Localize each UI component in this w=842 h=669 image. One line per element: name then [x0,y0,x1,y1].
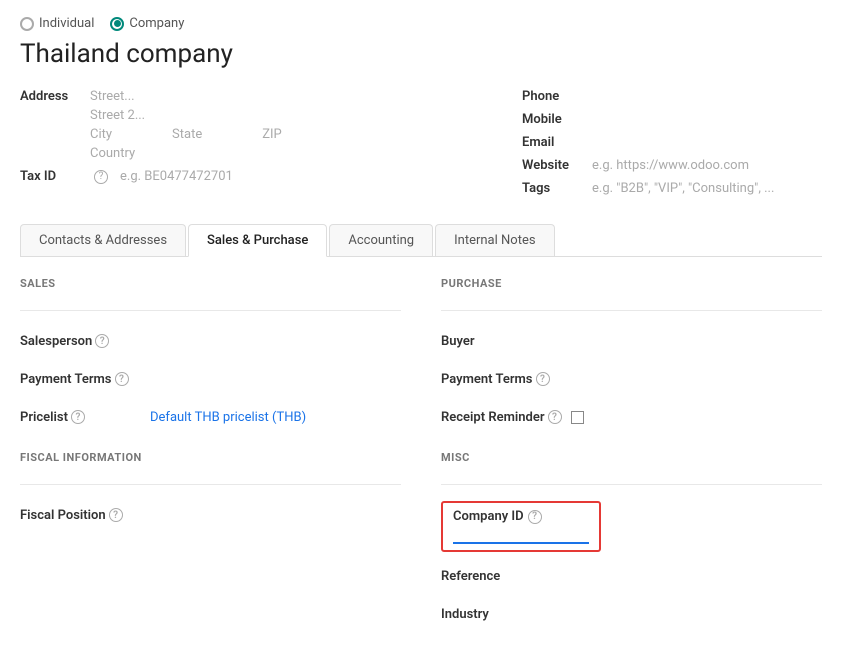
tab-sales-purchase[interactable]: Sales & Purchase [188,224,327,257]
mobile-field: Mobile [522,112,822,127]
tags-label: Tags [522,181,592,196]
tax-id-row: Tax ID ? e.g. BE0477472701 [20,169,482,184]
tab-two-col: SALES Salesperson ? Payment Terms ? [20,277,822,638]
address-lines: Street... Street 2... City State ZIP Cou… [90,89,282,161]
misc-header: MISC [441,451,822,468]
tab-internal-notes[interactable]: Internal Notes [435,224,554,256]
receipt-reminder-label: Receipt Reminder ? [441,410,571,425]
salesperson-label: Salesperson ? [20,334,150,349]
phone-label: Phone [522,89,592,104]
company-id-highlighted-box: Company ID ? [441,501,601,552]
company-id-field: Company ID ? [441,501,822,552]
main-form: Address Street... Street 2... City State… [20,89,822,204]
fiscal-divider [20,484,401,485]
page-title: Thailand company [20,39,822,69]
individual-radio[interactable]: Individual [20,16,94,31]
address-zip[interactable]: ZIP [262,127,282,142]
buyer-label: Buyer [441,334,571,349]
purchase-payment-terms-field: Payment Terms ? [441,365,822,393]
purchase-payment-help-icon[interactable]: ? [536,372,550,386]
fiscal-header: FISCAL INFORMATION [20,451,401,468]
misc-section: MISC Company ID ? [441,451,822,628]
purchase-payment-terms-label: Payment Terms ? [441,372,571,387]
pricelist-label: Pricelist ? [20,410,150,425]
individual-label: Individual [39,16,94,31]
website-value[interactable]: e.g. https://www.odoo.com [592,158,749,173]
radio-group: Individual Company [20,16,822,31]
industry-field: Industry [441,600,822,628]
purchase-divider [441,310,822,311]
pricelist-value[interactable]: Default THB pricelist (THB) [150,410,306,425]
pricelist-field: Pricelist ? Default THB pricelist (THB) [20,403,401,431]
fiscal-position-label: Fiscal Position ? [20,508,150,523]
tax-id-help-icon[interactable]: ? [94,170,108,184]
buyer-field: Buyer [441,327,822,355]
right-column: Phone Mobile Email Website e.g. https://… [522,89,822,204]
email-label: Email [522,135,592,150]
mobile-label: Mobile [522,112,592,127]
tab-contacts[interactable]: Contacts & Addresses [20,224,186,256]
email-field: Email [522,135,822,150]
misc-divider [441,484,822,485]
company-id-input[interactable] [453,528,589,544]
sales-divider [20,310,401,311]
tags-value[interactable]: e.g. "B2B", "VIP", "Consulting", ... [592,181,774,196]
company-id-help-icon[interactable]: ? [528,510,542,524]
address-state[interactable]: State [172,127,202,142]
fiscal-section: FISCAL INFORMATION Fiscal Position ? [20,451,401,529]
sales-payment-terms-field: Payment Terms ? [20,365,401,393]
company-id-label: Company ID [453,509,524,524]
sales-payment-help-icon[interactable]: ? [115,372,129,386]
receipt-reminder-checkbox[interactable] [571,411,584,424]
sales-header: SALES [20,277,401,294]
industry-label: Industry [441,607,571,622]
purchase-col: PURCHASE Buyer Payment Terms ? Receipt R… [441,277,822,638]
reference-field: Reference [441,562,822,590]
address-label: Address [20,89,90,104]
tabs: Contacts & Addresses Sales & Purchase Ac… [20,224,822,257]
receipt-reminder-field: Receipt Reminder ? [441,403,822,431]
fiscal-position-field: Fiscal Position ? [20,501,401,529]
fiscal-help-icon[interactable]: ? [109,508,123,522]
address-country[interactable]: Country [90,146,282,161]
salesperson-help-icon[interactable]: ? [95,334,109,348]
pricelist-help-icon[interactable]: ? [71,410,85,424]
company-label: Company [129,16,184,31]
sales-payment-terms-label: Payment Terms ? [20,372,150,387]
company-radio-dot [110,17,124,31]
reference-label: Reference [441,569,571,584]
address-street[interactable]: Street... [90,89,282,104]
individual-radio-dot [20,17,34,31]
tab-content: SALES Salesperson ? Payment Terms ? [20,257,822,638]
address-street2[interactable]: Street 2... [90,108,282,123]
website-field: Website e.g. https://www.odoo.com [522,158,822,173]
purchase-header: PURCHASE [441,277,822,294]
tags-field: Tags e.g. "B2B", "VIP", "Consulting", ..… [522,181,822,196]
left-column: Address Street... Street 2... City State… [20,89,482,204]
receipt-reminder-help-icon[interactable]: ? [548,410,562,424]
tax-id-label: Tax ID [20,169,90,184]
tax-id-placeholder[interactable]: e.g. BE0477472701 [120,169,233,184]
address-row: Address Street... Street 2... City State… [20,89,482,161]
address-city[interactable]: City [90,127,112,142]
address-city-row: City State ZIP [90,127,282,142]
phone-field: Phone [522,89,822,104]
company-id-label-wrap: Company ID ? [441,501,601,552]
website-label: Website [522,158,592,173]
salesperson-field: Salesperson ? [20,327,401,355]
company-radio[interactable]: Company [110,16,184,31]
tab-accounting[interactable]: Accounting [329,224,433,256]
sales-col: SALES Salesperson ? Payment Terms ? [20,277,401,638]
